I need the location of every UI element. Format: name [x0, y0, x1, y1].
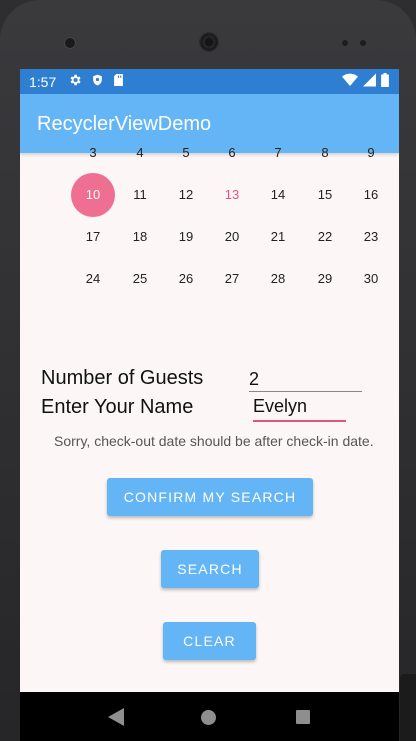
calendar-day[interactable]: 11	[118, 173, 162, 217]
screen: 1:57 RecyclerViewDemo 3 4 5 6 7 8 9 10 1…	[20, 69, 399, 692]
calendar-day[interactable]: 26	[164, 257, 208, 301]
wifi-icon	[342, 73, 358, 90]
calendar-day[interactable]: 17	[71, 215, 115, 259]
recents-icon[interactable]	[296, 710, 310, 724]
settings-icon	[68, 73, 82, 90]
phone-frame: 1:57 RecyclerViewDemo 3 4 5 6 7 8 9 10 1…	[0, 0, 416, 741]
calendar-day[interactable]: 12	[164, 173, 208, 217]
calendar-day[interactable]: 29	[303, 257, 347, 301]
navigation-bar	[20, 692, 399, 741]
calendar-day[interactable]: 22	[303, 215, 347, 259]
calendar-day[interactable]: 25	[118, 257, 162, 301]
calendar-day[interactable]: 19	[164, 215, 208, 259]
calendar-day[interactable]: 14	[256, 173, 300, 217]
calendar-row: 17 18 19 20 21 22 23	[20, 215, 399, 257]
clear-button[interactable]: CLEAR	[163, 622, 256, 660]
sd-card-icon	[113, 73, 124, 90]
back-icon[interactable]	[108, 708, 124, 731]
calendar-day[interactable]: 30	[349, 257, 393, 301]
calendar-day[interactable]: 23	[349, 215, 393, 259]
calendar-day-selected[interactable]: 10	[71, 173, 115, 217]
shield-icon	[91, 73, 104, 90]
calendar-day[interactable]: 16	[349, 173, 393, 217]
calendar-day[interactable]: 27	[210, 257, 254, 301]
calendar-day-highlight[interactable]: 13	[210, 173, 254, 217]
calendar-day[interactable]: 18	[118, 215, 162, 259]
search-button[interactable]: SEARCH	[161, 550, 259, 588]
calendar-day[interactable]: 24	[71, 257, 115, 301]
guests-input[interactable]: 2	[249, 369, 362, 392]
calendar-day[interactable]: 5	[164, 131, 208, 175]
calendar-day[interactable]: 21	[256, 215, 300, 259]
error-message: Sorry, check-out date should be after ch…	[54, 433, 374, 449]
status-time: 1:57	[29, 74, 57, 90]
calendar-day[interactable]: 8	[303, 131, 347, 175]
sensor	[360, 40, 366, 46]
top-bezel	[0, 0, 416, 70]
calendar-row: 24 25 26 27 28 29 30	[20, 257, 399, 299]
calendar-day[interactable]: 6	[210, 131, 254, 175]
calendar[interactable]: 3 4 5 6 7 8 9 10 11 12 13 14 15 16 17 18…	[20, 145, 399, 313]
battery-icon	[381, 73, 389, 90]
calendar-day[interactable]: 15	[303, 173, 347, 217]
calendar-day[interactable]: 7	[256, 131, 300, 175]
signal-icon	[363, 73, 376, 90]
calendar-day[interactable]: 4	[118, 131, 162, 175]
sensor	[342, 40, 348, 46]
side-handle	[400, 674, 416, 741]
calendar-day[interactable]: 9	[349, 131, 393, 175]
calendar-row: 10 11 12 13 14 15 16	[20, 173, 399, 217]
calendar-day[interactable]: 20	[210, 215, 254, 259]
calendar-day[interactable]: 3	[71, 131, 115, 175]
calendar-row-partial: 3 4 5 6 7 8 9	[20, 131, 399, 173]
front-camera	[64, 37, 76, 49]
earpiece-speaker	[199, 32, 219, 52]
status-bar: 1:57	[20, 69, 399, 94]
name-input[interactable]: Evelyn	[253, 396, 346, 422]
home-icon[interactable]	[201, 710, 216, 725]
calendar-day[interactable]: 28	[256, 257, 300, 301]
name-label: Enter Your Name	[41, 396, 194, 418]
guests-label: Number of Guests	[41, 367, 204, 389]
confirm-search-button[interactable]: CONFIRM MY SEARCH	[107, 478, 313, 516]
